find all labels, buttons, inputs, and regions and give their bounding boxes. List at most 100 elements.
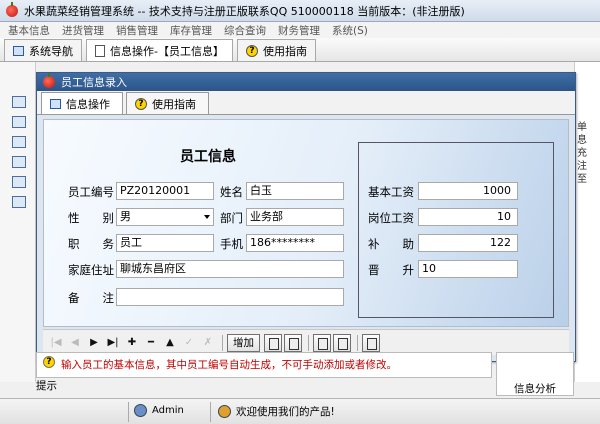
child-title: 员工信息录入 (61, 76, 127, 89)
post-salary-field[interactable]: 10 (418, 208, 518, 226)
tip-panel: ? 输入员工的基本信息，其中员工编号自动生成，不可手动添加或者修改。 (36, 352, 492, 378)
tab-label: 系统导航 (29, 44, 73, 58)
help-icon: ? (43, 356, 55, 368)
add-button[interactable]: 增加 (227, 333, 260, 352)
base-salary-label: 基本工资 (368, 185, 414, 199)
gender-label: 性 别 (68, 211, 114, 225)
tip-text: 输入员工的基本信息，其中员工编号自动生成，不可手动添加或者修改。 (61, 359, 397, 371)
monitor-icon (50, 98, 61, 109)
form-title: 员工信息 (180, 149, 236, 165)
strip-text: 单 (577, 122, 587, 133)
main-tab-bar: 系统导航 信息操作-【员工信息】 ? 使用指南 (0, 38, 600, 62)
blank-page-button[interactable] (333, 333, 351, 352)
tab-info-operation[interactable]: 信息操作 (41, 92, 123, 114)
base-salary-field[interactable]: 1000 (418, 182, 518, 200)
status-message-text: 欢迎使用我们的产品! (236, 406, 335, 418)
menu-purchase[interactable]: 进货管理 (62, 23, 104, 38)
promotion-label: 晋 升 (368, 263, 414, 277)
post-record-button[interactable]: ✓ (180, 334, 198, 352)
app-title: 水果蔬菜经销管理系统 -- 技术支持与注册正版联系QQ 510000118 当前… (24, 4, 465, 18)
tab-label: 信息操作-【员工信息】 (110, 44, 224, 58)
child-title-bar: 员工信息录入 (37, 73, 575, 91)
strip-text: 息 (577, 135, 587, 146)
name-field[interactable]: 白玉 (246, 182, 344, 200)
emp-no-label: 员工编号 (68, 185, 114, 199)
prev-record-button[interactable]: ◀ (66, 334, 84, 352)
post-salary-label: 岗位工资 (368, 211, 414, 225)
trash-icon[interactable] (12, 196, 26, 208)
strip-text: 充 (577, 148, 587, 159)
tab-label: 使用指南 (152, 97, 196, 111)
toolbar-separator (357, 334, 358, 351)
tab-info-operation[interactable]: 信息操作-【员工信息】 (86, 39, 233, 61)
menu-sales[interactable]: 销售管理 (116, 23, 158, 38)
allowance-label: 补 助 (368, 237, 414, 251)
employee-entry-window: 员工信息录入 信息操作 ? 使用指南 员工信息 员工编号 PZ20120001 … (36, 72, 576, 362)
menu-inventory[interactable]: 库存管理 (170, 23, 212, 38)
toolbar-separator (308, 334, 309, 351)
status-message: 欢迎使用我们的产品! (218, 404, 335, 419)
strip-text: 至 (577, 174, 587, 185)
status-divider (128, 402, 129, 422)
help-icon: ? (135, 97, 147, 110)
monitor-icon (13, 45, 24, 56)
tab-label: 信息操作 (66, 97, 110, 111)
remark-field[interactable] (116, 288, 344, 306)
tab-user-guide[interactable]: ? 使用指南 (236, 39, 316, 61)
tab-label: 使用指南 (262, 44, 307, 58)
table-icon[interactable] (12, 136, 26, 148)
document-icon[interactable] (12, 156, 26, 168)
first-record-button[interactable]: |◀ (47, 334, 65, 352)
allowance-field[interactable]: 122 (418, 234, 518, 252)
remark-label: 备 注 (68, 291, 114, 305)
insert-record-button[interactable]: ✚ (123, 334, 141, 352)
chevron-down-icon (204, 215, 210, 219)
print-preview-button[interactable] (284, 333, 302, 352)
app-title-bar: 水果蔬菜经销管理系统 -- 技术支持与注册正版联系QQ 510000118 当前… (0, 0, 600, 22)
dept-field[interactable]: 业务部 (246, 208, 344, 226)
tab-system-nav[interactable]: 系统导航 (4, 39, 82, 61)
search-button[interactable] (313, 333, 331, 352)
user-icon (134, 404, 147, 417)
last-record-button[interactable]: ▶| (104, 334, 122, 352)
promotion-field[interactable]: 10 (418, 260, 518, 278)
position-field[interactable]: 员工 (116, 234, 214, 252)
menu-query[interactable]: 综合查询 (224, 23, 266, 38)
next-record-button[interactable]: ▶ (85, 334, 103, 352)
salary-group (358, 142, 554, 318)
address-label: 家庭住址 (68, 263, 114, 277)
right-panel-strip: 单 息 充 注 至 (574, 62, 600, 382)
phone-field[interactable]: 186******** (246, 234, 344, 252)
edit-record-button[interactable]: ▲ (161, 334, 179, 352)
tree-icon[interactable] (12, 116, 26, 128)
left-toolbar (0, 62, 36, 382)
document-icon (95, 44, 105, 57)
status-user-name: Admin (152, 405, 184, 416)
address-field[interactable]: 聊城东昌府区 (116, 260, 344, 278)
delete-record-button[interactable]: ━ (142, 334, 160, 352)
gender-value: 男 (120, 210, 131, 223)
menu-system[interactable]: 系统(S) (332, 23, 368, 38)
info-analysis-label: 信息分析 (514, 383, 556, 395)
menu-bar: 基本信息 进货管理 销售管理 库存管理 综合查询 财务管理 系统(S) (0, 22, 600, 38)
users-icon (218, 405, 231, 418)
status-bar: Admin 欢迎使用我们的产品! (0, 398, 600, 424)
preview-button[interactable] (362, 333, 380, 352)
employee-form: 员工信息 员工编号 PZ20120001 性 别 男 职 务 员工 家庭住址 聊… (43, 119, 569, 327)
tip-label: 提示 (36, 380, 57, 392)
tab-user-guide[interactable]: ? 使用指南 (126, 92, 209, 114)
chart-icon[interactable] (12, 176, 26, 188)
menu-finance[interactable]: 财务管理 (278, 23, 320, 38)
monitor-icon[interactable] (12, 96, 26, 108)
help-icon: ? (245, 44, 258, 57)
gender-select[interactable]: 男 (116, 208, 214, 226)
emp-no-field[interactable]: PZ20120001 (116, 182, 214, 200)
dept-label: 部门 (220, 211, 243, 225)
print-button[interactable] (264, 333, 282, 352)
status-user: Admin (134, 404, 184, 417)
strip-text: 注 (577, 161, 587, 172)
position-label: 职 务 (68, 237, 114, 251)
menu-basic-info[interactable]: 基本信息 (8, 23, 50, 38)
cancel-record-button[interactable]: ✗ (199, 334, 217, 352)
apple-logo-icon (6, 1, 18, 17)
